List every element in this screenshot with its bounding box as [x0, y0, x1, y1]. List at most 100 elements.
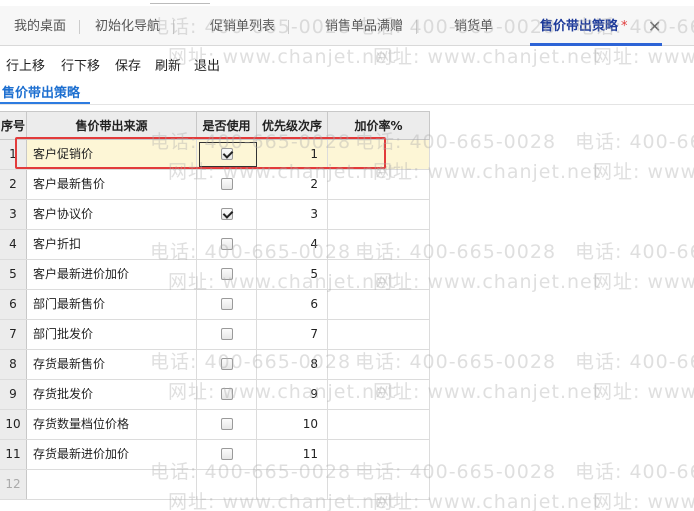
use-checkbox[interactable]: [220, 177, 233, 190]
markup-rate-cell[interactable]: [328, 380, 430, 409]
move-row-down-button[interactable]: 行下移: [61, 55, 100, 74]
tab-init-guide[interactable]: 初始化导航: [95, 6, 175, 46]
use-cell[interactable]: [197, 260, 257, 289]
section-title[interactable]: 售价带出策略: [2, 82, 80, 101]
use-checkbox[interactable]: [220, 357, 233, 370]
save-button[interactable]: 保存: [115, 55, 141, 74]
row-number: 2: [0, 170, 27, 199]
priority-cell[interactable]: 2: [257, 170, 328, 199]
row-number: 7: [0, 320, 27, 349]
table-row[interactable]: 10 存货数量档位价格 10: [0, 410, 430, 440]
source-cell[interactable]: 客户最新进价加价: [27, 260, 197, 289]
use-checkbox[interactable]: [220, 447, 233, 460]
use-cell[interactable]: [197, 230, 257, 259]
use-cell[interactable]: [197, 320, 257, 349]
tab-my-desktop[interactable]: 我的桌面: [14, 6, 81, 46]
use-cell[interactable]: [197, 170, 257, 199]
source-cell[interactable]: 存货数量档位价格: [27, 410, 197, 439]
table-row[interactable]: 3 客户协议价 3: [0, 200, 430, 230]
markup-rate-cell[interactable]: [328, 260, 430, 289]
priority-cell[interactable]: 7: [257, 320, 328, 349]
use-cell[interactable]: [197, 290, 257, 319]
cell-focus-box: [199, 142, 257, 167]
tab-promotion-list[interactable]: 促销单列表: [210, 6, 290, 46]
priority-cell[interactable]: 10: [257, 410, 328, 439]
row-number: 8: [0, 350, 27, 379]
use-checkbox[interactable]: [220, 207, 233, 220]
markup-rate-cell[interactable]: [328, 350, 430, 379]
row-number: 9: [0, 380, 27, 409]
use-checkbox[interactable]: [220, 267, 233, 280]
watermark-phone: 电话: 400-665-0028: [575, 351, 694, 373]
watermark-site: 网址: www.chanjet.net: [593, 271, 694, 293]
priority-cell[interactable]: 6: [257, 290, 328, 319]
source-cell[interactable]: 存货最新进价加价: [27, 440, 197, 469]
table-row[interactable]: 2 客户最新售价 2: [0, 170, 430, 200]
column-header-priority: 优先级次序: [257, 112, 328, 140]
use-cell[interactable]: [197, 350, 257, 379]
table-row[interactable]: 4 客户折扣 4: [0, 230, 430, 260]
table-row[interactable]: 7 部门批发价 7: [0, 320, 430, 350]
markup-rate-cell[interactable]: [328, 230, 430, 259]
source-cell[interactable]: 部门批发价: [27, 320, 197, 349]
markup-rate-cell[interactable]: [328, 470, 430, 499]
table-row[interactable]: 11 存货最新进价加价 11: [0, 440, 430, 470]
refresh-button[interactable]: 刷新: [155, 55, 181, 74]
source-cell[interactable]: [27, 470, 197, 499]
markup-rate-cell[interactable]: [328, 410, 430, 439]
use-checkbox[interactable]: [220, 327, 233, 340]
use-cell[interactable]: [197, 380, 257, 409]
table-row[interactable]: 12: [0, 470, 430, 500]
watermark-phone: 电话: 400-665-0028: [575, 241, 694, 263]
tab-sales-gift[interactable]: 销售单品满赠: [325, 6, 418, 46]
priority-cell[interactable]: 5: [257, 260, 328, 289]
row-number: 12: [0, 470, 27, 499]
tab-sales-order[interactable]: 销货单: [454, 6, 493, 46]
table-row[interactable]: 6 部门最新售价 6: [0, 290, 430, 320]
tab-price-strategy[interactable]: 售价带出策略 * ✕: [530, 6, 662, 46]
use-cell[interactable]: [197, 410, 257, 439]
use-checkbox[interactable]: [220, 417, 233, 430]
toolbar: 行上移 行下移 保存 刷新 退出: [0, 47, 694, 77]
use-checkbox[interactable]: [220, 237, 233, 250]
source-cell[interactable]: 存货批发价: [27, 380, 197, 409]
table-row[interactable]: 9 存货批发价 9: [0, 380, 430, 410]
markup-rate-cell[interactable]: [328, 140, 430, 169]
markup-rate-cell[interactable]: [328, 320, 430, 349]
markup-rate-cell[interactable]: [328, 200, 430, 229]
priority-cell[interactable]: [257, 470, 328, 499]
tab-label: 促销单列表: [210, 19, 276, 34]
row-number: 3: [0, 200, 27, 229]
source-cell[interactable]: 存货最新售价: [27, 350, 197, 379]
row-number: 1: [0, 140, 27, 169]
row-number: 4: [0, 230, 27, 259]
priority-cell[interactable]: 8: [257, 350, 328, 379]
source-cell[interactable]: 客户促销价: [27, 140, 197, 169]
priority-cell[interactable]: 4: [257, 230, 328, 259]
markup-rate-cell[interactable]: [328, 440, 430, 469]
use-checkbox[interactable]: [220, 297, 233, 310]
source-cell[interactable]: 客户最新售价: [27, 170, 197, 199]
table-row[interactable]: 5 客户最新进价加价 5: [0, 260, 430, 290]
tab-label: 初始化导航: [95, 19, 161, 34]
source-cell[interactable]: 客户协议价: [27, 200, 197, 229]
exit-button[interactable]: 退出: [194, 55, 220, 74]
move-row-up-button[interactable]: 行上移: [6, 55, 45, 74]
priority-cell[interactable]: 1: [257, 140, 328, 169]
column-header-source: 售价带出来源: [27, 112, 197, 140]
priority-cell[interactable]: 11: [257, 440, 328, 469]
use-cell[interactable]: [197, 440, 257, 469]
priority-cell[interactable]: 9: [257, 380, 328, 409]
table-row[interactable]: 8 存货最新售价 8: [0, 350, 430, 380]
close-icon[interactable]: ✕: [648, 6, 661, 48]
use-cell[interactable]: [197, 200, 257, 229]
use-cell[interactable]: [197, 470, 257, 499]
source-cell[interactable]: 客户折扣: [27, 230, 197, 259]
markup-rate-cell[interactable]: [328, 290, 430, 319]
tab-label: 售价带出策略: [540, 19, 619, 34]
source-cell[interactable]: 部门最新售价: [27, 290, 197, 319]
priority-cell[interactable]: 3: [257, 200, 328, 229]
markup-rate-cell[interactable]: [328, 170, 430, 199]
table-row[interactable]: 1 客户促销价 1: [0, 140, 430, 170]
use-checkbox[interactable]: [220, 387, 233, 400]
